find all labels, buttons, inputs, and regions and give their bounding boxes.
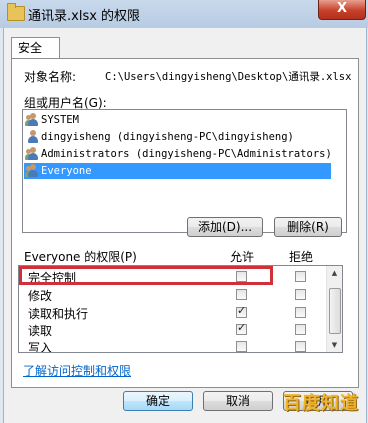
remove-button[interactable]: 删除(R) <box>274 217 342 237</box>
folder-icon <box>7 3 25 21</box>
allow-header: 允许 <box>230 250 255 264</box>
scroll-down-icon[interactable]: ▼ <box>329 339 340 351</box>
allow-checkbox[interactable] <box>236 341 247 352</box>
allow-checkbox[interactable] <box>236 321 247 335</box>
list-item-everyone[interactable]: Everyone <box>24 163 331 179</box>
access-control-help-link[interactable]: 了解访问控制和权限 <box>23 362 131 379</box>
object-name-label: 对象名称: <box>24 70 77 84</box>
permissions-header: Everyone 的权限(P) <box>24 250 137 264</box>
scroll-up-icon[interactable]: ▲ <box>329 267 340 279</box>
scrollbar-thumb[interactable] <box>329 288 341 334</box>
user-icon <box>26 130 39 144</box>
tab-security[interactable]: 安全 <box>11 37 60 59</box>
deny-checkbox[interactable] <box>295 307 306 318</box>
deny-checkbox[interactable] <box>295 324 306 335</box>
ok-button[interactable]: 确定 <box>123 391 193 411</box>
highlight-box <box>19 266 273 285</box>
deny-header: 拒绝 <box>289 250 314 264</box>
permissions-scrollbar[interactable]: ▲ ▼ <box>326 266 342 352</box>
allow-checkbox[interactable] <box>236 304 247 318</box>
close-button[interactable]: X <box>318 0 366 20</box>
group-icon <box>25 147 39 161</box>
permission-name: 修改 <box>28 289 53 303</box>
list-item-administrators[interactable]: Administrators (dingyisheng-PC\Administr… <box>24 146 332 162</box>
watermark: 百度知道 <box>283 393 359 414</box>
title-bar: 通讯录.xlsx 的权限 X <box>0 0 368 28</box>
window-title: 通讯录.xlsx 的权限 <box>28 9 141 24</box>
list-item-label: Administrators (dingyisheng-PC\Administr… <box>41 148 332 160</box>
allow-checkbox[interactable] <box>236 289 247 300</box>
group-icon <box>25 164 39 178</box>
list-item-label: SYSTEM <box>41 114 79 126</box>
permission-row-write: 写入 <box>19 337 329 353</box>
group-icon <box>25 113 39 127</box>
deny-checkbox[interactable] <box>295 271 306 282</box>
list-item-label: Everyone <box>41 165 92 177</box>
deny-checkbox[interactable] <box>295 289 306 300</box>
deny-checkbox[interactable] <box>295 341 306 352</box>
cancel-button[interactable]: 取消 <box>203 391 273 411</box>
list-item-label: dingyisheng (dingyisheng-PC\dingyisheng) <box>41 131 294 143</box>
list-item-system[interactable]: SYSTEM <box>24 112 79 128</box>
list-item-dingyisheng[interactable]: dingyisheng (dingyisheng-PC\dingyisheng) <box>24 129 294 145</box>
permission-row-modify: 修改 <box>19 285 329 304</box>
groups-listbox[interactable]: SYSTEM dingyisheng (dingyisheng-PC\dingy… <box>22 109 347 233</box>
permission-name: 写入 <box>28 341 53 353</box>
add-button[interactable]: 添加(D)... <box>187 217 263 237</box>
object-name-value: C:\Users\dingyisheng\Desktop\通讯录.xlsx <box>105 71 352 83</box>
